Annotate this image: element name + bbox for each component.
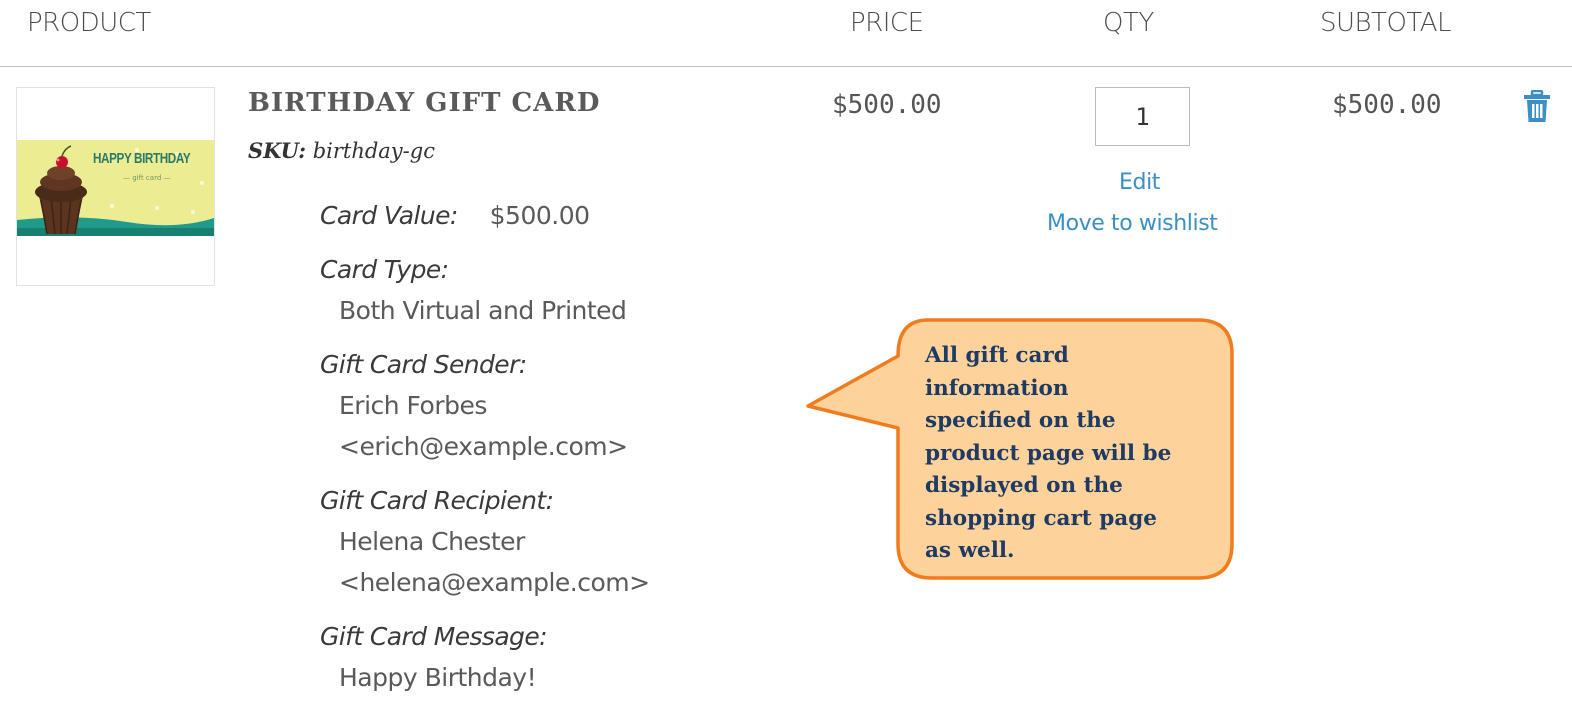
quantity-input[interactable]	[1095, 87, 1190, 146]
product-sku: SKU: birthday-gc	[248, 138, 435, 163]
option-label: Gift Card Message:	[320, 622, 548, 651]
callout-line: displayed on the	[925, 473, 1123, 498]
subtotal-column-header: SUBTOTAL	[1320, 8, 1452, 38]
option-card-value: Card Value: $500.00	[320, 196, 650, 236]
gift-card-image-title: HAPPY BIRTHDAY	[93, 150, 191, 167]
option-value: Both Virtual and Printed	[339, 296, 627, 325]
option-value: Erich Forbes	[339, 391, 487, 420]
cart-table-header: PRODUCT PRICE QTY SUBTOTAL	[0, 0, 1572, 67]
callout-line: specified on the	[925, 408, 1116, 433]
callout-line: All gift card	[925, 343, 1069, 368]
item-subtotal: $500.00	[1332, 90, 1442, 120]
price-column-header: PRICE	[850, 8, 924, 38]
callout-line: as well.	[925, 538, 1015, 563]
shopping-cart-page: PRODUCT PRICE QTY SUBTOTAL HAPPY BIRTHDA…	[0, 0, 1572, 701]
option-label: Card Value:	[320, 201, 458, 230]
product-name[interactable]: BIRTHDAY GIFT CARD	[248, 88, 600, 118]
move-to-wishlist-link[interactable]: Move to wishlist	[1047, 211, 1218, 236]
sku-label: SKU:	[248, 138, 306, 163]
option-value: Happy Birthday!	[339, 663, 537, 692]
edit-link[interactable]: Edit	[1119, 170, 1160, 195]
option-value: <helena@example.com>	[339, 568, 650, 597]
gift-card-options: Card Value: $500.00 Card Type: Both Virt…	[320, 196, 650, 698]
option-value: <erich@example.com>	[339, 432, 628, 461]
product-thumbnail[interactable]: HAPPY BIRTHDAY — gift card —	[16, 87, 215, 286]
option-label: Card Type:	[320, 255, 449, 284]
item-price: $500.00	[832, 90, 942, 120]
gift-card-image	[17, 88, 214, 285]
trash-icon[interactable]	[1522, 90, 1552, 124]
callout-line: shopping cart page	[925, 505, 1157, 531]
option-label: Gift Card Sender:	[320, 350, 527, 379]
option-value: Helena Chester	[339, 527, 525, 556]
option-label: Gift Card Recipient:	[320, 486, 554, 515]
product-column-header: PRODUCT	[27, 8, 151, 38]
callout-text: All gift card information specified on t…	[925, 340, 1215, 568]
option-value: $500.00	[489, 201, 590, 230]
gift-card-image-subtitle: — gift card —	[123, 174, 171, 182]
sku-value: birthday-gc	[312, 139, 435, 163]
callout-line: product page will be	[925, 440, 1172, 466]
qty-column-header: QTY	[1103, 8, 1154, 38]
callout-line: information	[925, 375, 1069, 401]
